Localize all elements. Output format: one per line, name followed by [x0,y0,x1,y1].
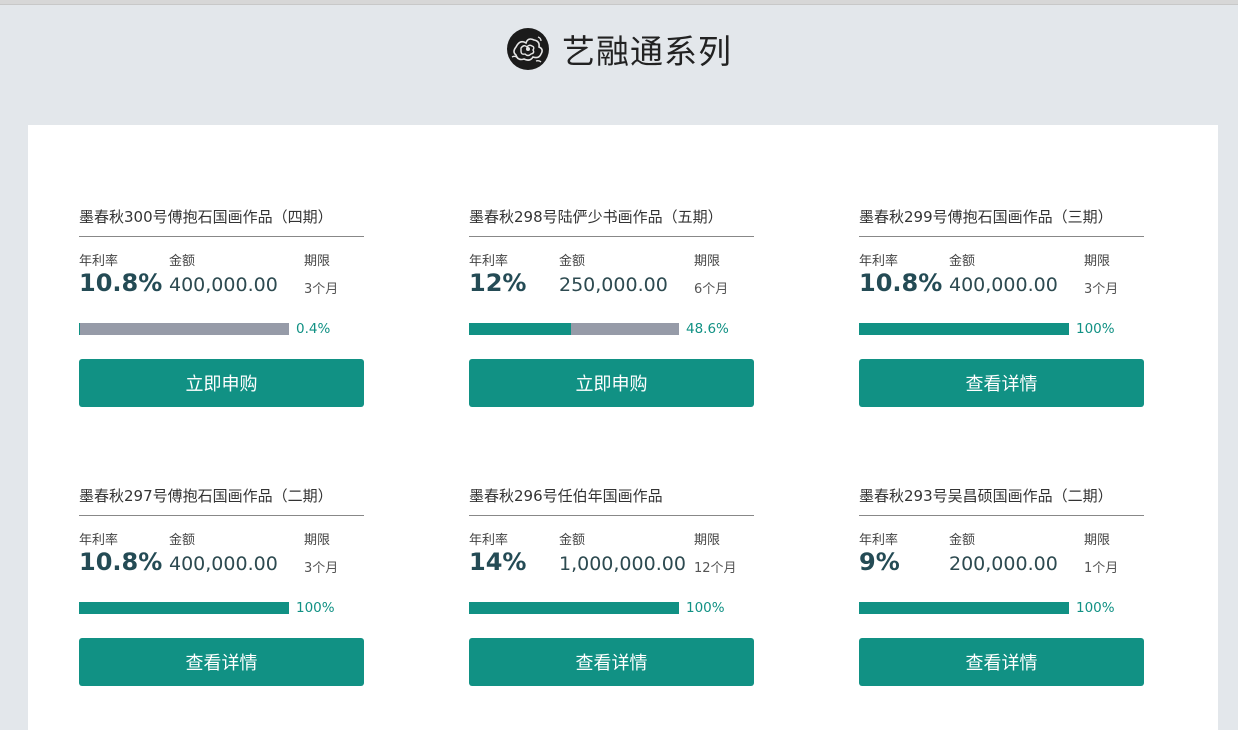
view-details-button[interactable]: 查看详情 [469,638,754,686]
term-value: 1个月 [1084,561,1119,576]
term-value: 6个月 [694,282,729,297]
ink-cloud-logo-icon [507,28,549,70]
amount-label: 金额 [559,254,586,269]
view-details-button[interactable]: 查看详情 [859,359,1144,407]
amount-label: 金额 [949,254,976,269]
term-label: 期限 [694,254,721,269]
term-label: 期限 [304,533,331,548]
rate-value: 14% [469,548,527,576]
progress-bar [469,602,679,614]
term-value: 3个月 [304,561,339,576]
page-header: 艺融通系列 [0,24,1238,74]
subscribe-button[interactable]: 立即申购 [79,359,364,407]
progress-fill [469,323,572,335]
progress-fill [79,602,289,614]
rate-value: 9% [859,548,900,576]
term-label: 期限 [1084,533,1111,548]
progress-bar [469,323,679,335]
rate-label: 年利率 [469,254,509,269]
product-card: 墨春秋300号傅抱石国画作品（四期） 年利率 金额 期限 10.8% 400,0… [79,205,364,445]
rate-value: 10.8% [859,269,943,297]
amount-label: 金额 [169,254,196,269]
rate-label: 年利率 [79,254,119,269]
progress-percent: 100% [1076,321,1115,337]
progress-fill [79,323,80,335]
product-card: 墨春秋299号傅抱石国画作品（三期） 年利率 金额 期限 10.8% 400,0… [859,205,1144,445]
progress-percent: 100% [1076,600,1115,616]
product-title[interactable]: 墨春秋296号任伯年国画作品 [469,484,754,516]
product-card: 墨春秋298号陆俨少书画作品（五期） 年利率 金额 期限 12% 250,000… [469,205,754,445]
amount-value: 400,000.00 [169,274,278,296]
rate-value: 12% [469,269,527,297]
rate-value: 10.8% [79,548,163,576]
page-title: 艺融通系列 [562,32,732,71]
term-label: 期限 [694,533,721,548]
progress-fill [859,323,1069,335]
term-value: 3个月 [1084,282,1119,297]
term-label: 期限 [304,254,331,269]
view-details-button[interactable]: 查看详情 [859,638,1144,686]
subscribe-button[interactable]: 立即申购 [469,359,754,407]
browser-top-border [0,0,1238,5]
amount-value: 400,000.00 [169,553,278,575]
product-title[interactable]: 墨春秋299号傅抱石国画作品（三期） [859,205,1144,237]
product-title[interactable]: 墨春秋297号傅抱石国画作品（二期） [79,484,364,516]
amount-label: 金额 [559,533,586,548]
progress-bar [859,602,1069,614]
progress-percent: 100% [296,600,335,616]
amount-label: 金额 [169,533,196,548]
product-title[interactable]: 墨春秋293号吴昌硕国画作品（二期） [859,484,1144,516]
progress-bar [79,602,289,614]
view-details-button[interactable]: 查看详情 [79,638,364,686]
product-title[interactable]: 墨春秋300号傅抱石国画作品（四期） [79,205,364,237]
progress-fill [859,602,1069,614]
progress-bar [79,323,289,335]
amount-value: 250,000.00 [559,274,668,296]
rate-value: 10.8% [79,269,163,297]
amount-value: 200,000.00 [949,553,1058,575]
amount-value: 400,000.00 [949,274,1058,296]
term-value: 3个月 [304,282,339,297]
progress-percent: 100% [686,600,725,616]
amount-value: 1,000,000.00 [559,553,686,575]
term-label: 期限 [1084,254,1111,269]
term-value: 12个月 [694,561,737,576]
product-title[interactable]: 墨春秋298号陆俨少书画作品（五期） [469,205,754,237]
progress-fill [469,602,679,614]
amount-label: 金额 [949,533,976,548]
progress-percent: 48.6% [686,321,729,337]
rate-label: 年利率 [859,533,899,548]
product-card: 墨春秋297号傅抱石国画作品（二期） 年利率 金额 期限 10.8% 400,0… [79,484,364,724]
product-panel: 墨春秋300号傅抱石国画作品（四期） 年利率 金额 期限 10.8% 400,0… [28,125,1218,730]
product-card: 墨春秋296号任伯年国画作品 年利率 金额 期限 14% 1,000,000.0… [469,484,754,724]
rate-label: 年利率 [859,254,899,269]
rate-label: 年利率 [469,533,509,548]
product-card: 墨春秋293号吴昌硕国画作品（二期） 年利率 金额 期限 9% 200,000.… [859,484,1144,724]
progress-percent: 0.4% [296,321,331,337]
rate-label: 年利率 [79,533,119,548]
progress-bar [859,323,1069,335]
